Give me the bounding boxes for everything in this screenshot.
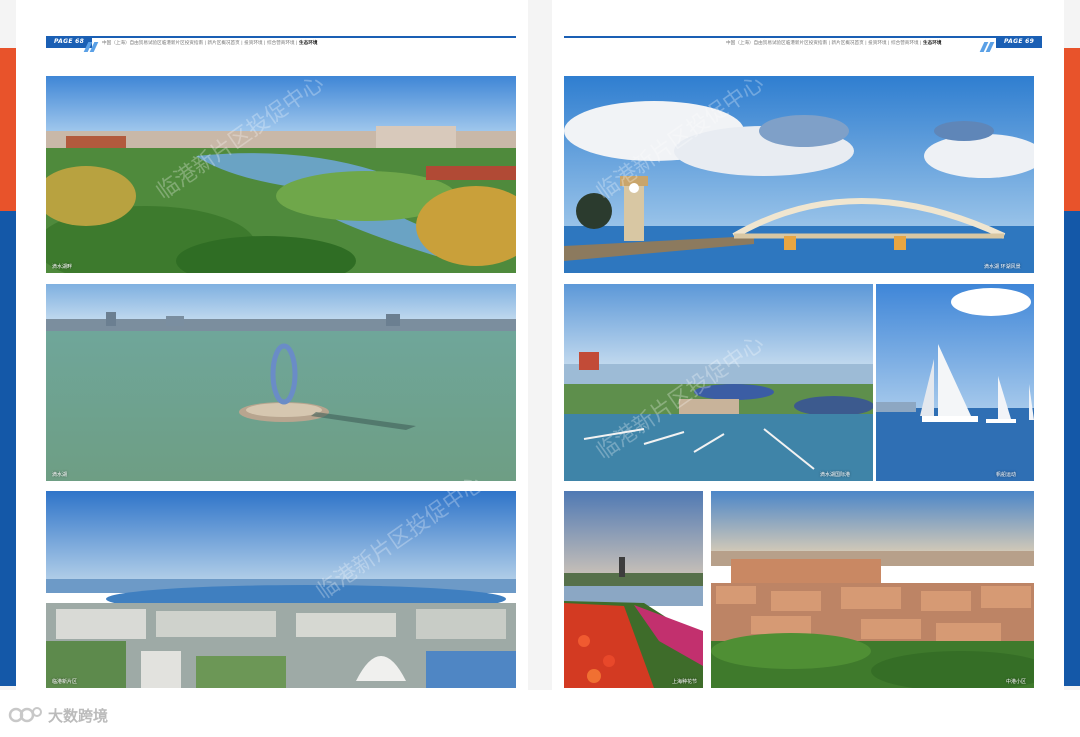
orange-edge-strip xyxy=(0,48,16,211)
brand-logo: 大数跨境 xyxy=(8,704,108,726)
residential-aerial-image xyxy=(711,491,1034,688)
photo-marina-aerial xyxy=(564,284,873,481)
photo-lake-park-aerial xyxy=(46,76,516,273)
photo-caption: 滴水湖畔 xyxy=(52,264,73,270)
photo-caption: 临港新片区 xyxy=(52,679,78,685)
brand-logo-text: 大数跨境 xyxy=(48,706,109,725)
breadcrumb: 中国（上海）自由贸易试验区临港新片区投资指南 | 新片区概况首页 | 投资环境 … xyxy=(726,40,941,46)
photo-caption: 上海种花节 xyxy=(672,679,698,685)
photo-tulip-field xyxy=(564,491,703,688)
tab-stripes-icon xyxy=(83,37,99,52)
breadcrumb-text: 中国（上海）自由贸易试验区临港新片区投资指南 | 新片区概况首页 | 投资环境 … xyxy=(726,41,922,46)
breadcrumb-active: 生态环境 xyxy=(923,41,942,46)
photo-caption: 滴水湖 xyxy=(52,472,68,478)
photo-caption: 滴水湖国际港 xyxy=(820,472,851,478)
city-aerial-image xyxy=(46,491,516,688)
photo-lake-ring-sculpture xyxy=(46,284,516,481)
lake-sculpture-image xyxy=(46,284,516,481)
lighthouse-bridge-image xyxy=(564,76,1034,273)
photo-caption: 中港小区 xyxy=(1006,679,1027,685)
page-number-tab: PAGE 69 xyxy=(996,36,1043,48)
photo-caption: 帆船运动 xyxy=(996,472,1017,478)
photo-lighthouse-bridge xyxy=(564,76,1034,273)
tulip-field-image xyxy=(564,491,703,688)
sailing-image xyxy=(876,284,1034,481)
marina-aerial-image xyxy=(564,284,873,481)
photo-sailing xyxy=(876,284,1034,481)
breadcrumb-active: 生态环境 xyxy=(299,41,318,46)
blue-edge-strip xyxy=(1064,211,1080,686)
dashuju-logo-icon xyxy=(8,707,42,723)
lake-park-image xyxy=(46,76,516,273)
photo-caption: 滴水湖 环湖风景 xyxy=(984,264,1021,270)
photo-residential-aerial xyxy=(711,491,1034,688)
blue-edge-strip xyxy=(0,211,16,686)
breadcrumb-text: 中国（上海）自由贸易试验区临港新片区投资指南 | 新片区概况首页 | 投资环境 … xyxy=(102,41,298,46)
magazine-spread: PAGE 68 中国（上海）自由贸易试验区临港新片区投资指南 | 新片区概况首页… xyxy=(0,0,1080,690)
tab-stripes-icon xyxy=(979,37,995,52)
photo-city-aerial xyxy=(46,491,516,688)
breadcrumb: 中国（上海）自由贸易试验区临港新片区投资指南 | 新片区概况首页 | 投资环境 … xyxy=(102,40,317,46)
left-edge-bar xyxy=(0,48,16,686)
header-rule xyxy=(564,36,1034,38)
right-edge-bar xyxy=(1064,48,1080,686)
orange-edge-strip xyxy=(1064,48,1080,211)
header-rule xyxy=(46,36,516,38)
